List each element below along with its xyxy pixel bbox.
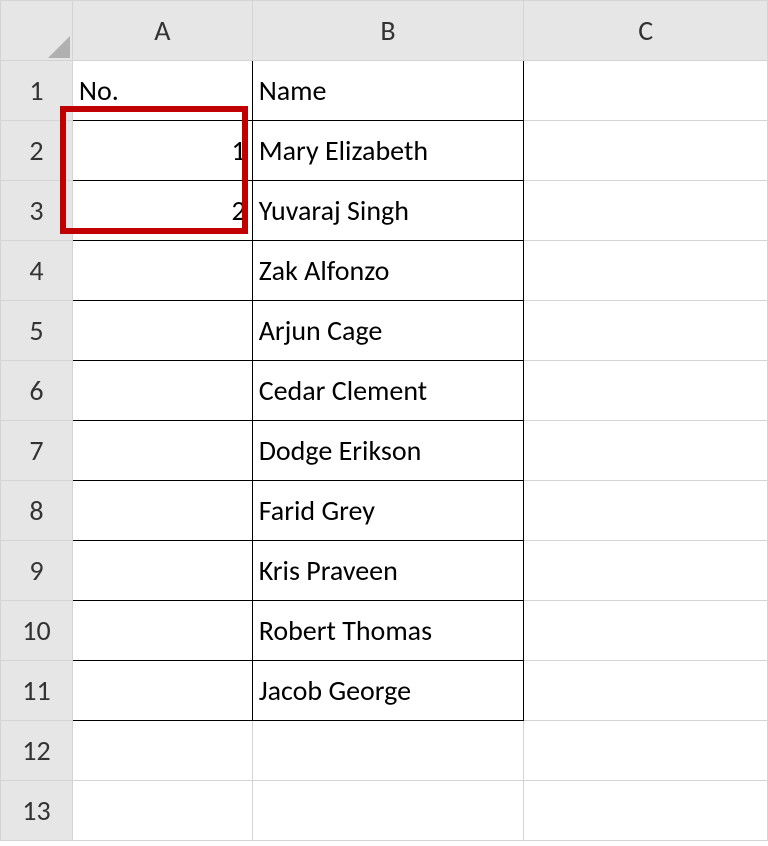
row-header-7[interactable]: 7 (1, 421, 73, 481)
cell-B2[interactable]: Mary Elizabeth (252, 121, 524, 181)
cell-B4[interactable]: Zak Alfonzo (252, 241, 524, 301)
cell-B1[interactable]: Name (252, 61, 524, 121)
col-header-A[interactable]: A (72, 1, 252, 61)
cell-C8[interactable] (524, 481, 768, 541)
cell-B6[interactable]: Cedar Clement (252, 361, 524, 421)
cell-C6[interactable] (524, 361, 768, 421)
cell-C1[interactable] (524, 61, 768, 121)
row-header-5[interactable]: 5 (1, 301, 73, 361)
row-header-10[interactable]: 10 (1, 601, 73, 661)
cell-A8[interactable] (72, 481, 252, 541)
cell-A5[interactable] (72, 301, 252, 361)
cell-A13[interactable] (72, 781, 252, 841)
cell-A4[interactable] (72, 241, 252, 301)
row-header-2[interactable]: 2 (1, 121, 73, 181)
cell-C13[interactable] (524, 781, 768, 841)
cell-C12[interactable] (524, 721, 768, 781)
cell-B7[interactable]: Dodge Erikson (252, 421, 524, 481)
cell-A2[interactable]: 1 (72, 121, 252, 181)
row-header-8[interactable]: 8 (1, 481, 73, 541)
cell-A12[interactable] (72, 721, 252, 781)
cell-A11[interactable] (72, 661, 252, 721)
cell-C7[interactable] (524, 421, 768, 481)
select-all-icon (48, 36, 70, 58)
row-header-9[interactable]: 9 (1, 541, 73, 601)
cell-A6[interactable] (72, 361, 252, 421)
col-header-C[interactable]: C (524, 1, 768, 61)
cell-B3[interactable]: Yuvaraj Singh (252, 181, 524, 241)
cell-A1[interactable]: No. (72, 61, 252, 121)
cell-B9[interactable]: Kris Praveen (252, 541, 524, 601)
cell-B11[interactable]: Jacob George (252, 661, 524, 721)
row-header-11[interactable]: 11 (1, 661, 73, 721)
cell-A10[interactable] (72, 601, 252, 661)
row-header-3[interactable]: 3 (1, 181, 73, 241)
cell-C9[interactable] (524, 541, 768, 601)
cell-A9[interactable] (72, 541, 252, 601)
cell-A3[interactable]: 2 (72, 181, 252, 241)
cell-C3[interactable] (524, 181, 768, 241)
cell-B8[interactable]: Farid Grey (252, 481, 524, 541)
cell-C4[interactable] (524, 241, 768, 301)
col-header-B[interactable]: B (252, 1, 524, 61)
row-header-6[interactable]: 6 (1, 361, 73, 421)
cell-C10[interactable] (524, 601, 768, 661)
cell-C5[interactable] (524, 301, 768, 361)
row-header-4[interactable]: 4 (1, 241, 73, 301)
cell-C11[interactable] (524, 661, 768, 721)
row-header-12[interactable]: 12 (1, 721, 73, 781)
cell-B5[interactable]: Arjun Cage (252, 301, 524, 361)
cell-B12[interactable] (252, 721, 524, 781)
cell-A7[interactable] (72, 421, 252, 481)
row-header-13[interactable]: 13 (1, 781, 73, 841)
cell-C2[interactable] (524, 121, 768, 181)
grid: A B C 1 No. Name 2 1 Mary Elizabeth 3 2 … (0, 0, 768, 841)
row-header-1[interactable]: 1 (1, 61, 73, 121)
select-all-triangle[interactable] (1, 1, 73, 61)
cell-B13[interactable] (252, 781, 524, 841)
cell-B10[interactable]: Robert Thomas (252, 601, 524, 661)
spreadsheet: A B C 1 No. Name 2 1 Mary Elizabeth 3 2 … (0, 0, 768, 841)
